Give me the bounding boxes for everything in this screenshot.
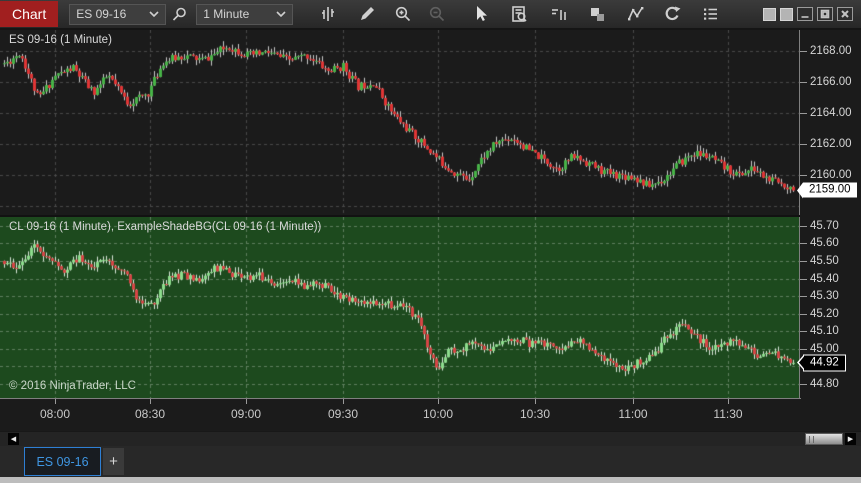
chart-window: Chart ES 09-16 1 Minute ES 09-16 (1 Minu… [0, 0, 861, 483]
interval-selector-value: 1 Minute [203, 7, 250, 21]
price-axis-tick [800, 51, 807, 52]
instrument-selector-value: ES 09-16 [76, 7, 127, 21]
interval-selector[interactable]: 1 Minute [196, 3, 294, 25]
time-axis-label: 10:30 [519, 407, 551, 421]
price-panel-es: ES 09-16 (1 Minute) 2159.00 2168.00 2166.… [0, 30, 861, 215]
price-axis-label: 45.60 [810, 237, 839, 250]
copyright-text: © 2016 NinjaTrader, LLC [9, 380, 136, 392]
price-axis-tick [800, 314, 807, 315]
price-axis-tick [800, 331, 807, 332]
close-button[interactable] [837, 7, 853, 21]
chart-style-icon[interactable] [315, 3, 341, 25]
cursor-icon[interactable] [468, 3, 494, 25]
price-axis-tick [800, 243, 807, 244]
price-axis-label: 2160.00 [810, 168, 852, 181]
minimize-button[interactable] [797, 7, 813, 21]
price-axis-label: 45.70 [810, 219, 839, 232]
window-bottom-edge [0, 477, 861, 483]
time-axis-label: 09:00 [230, 407, 262, 421]
horizontal-scrollbar[interactable]: ◀ ▶ [0, 431, 861, 446]
price-axis-label: 44.80 [810, 377, 839, 390]
maximize-icon [820, 9, 830, 19]
close-icon [841, 10, 849, 18]
time-axis-label: 08:30 [134, 407, 166, 421]
chevron-down-icon [276, 10, 286, 17]
instrument-selector[interactable]: ES 09-16 [69, 3, 167, 25]
price-axis-label: 2166.00 [810, 75, 852, 88]
time-axis-tick [246, 399, 247, 404]
chevron-down-icon [149, 10, 159, 17]
time-axis[interactable]: 08:00 08:30 09:00 09:30 10:00 10:30 11:00 11:30 [0, 398, 861, 431]
es-candlestick-canvas[interactable] [0, 30, 799, 215]
properties-list-icon[interactable] [697, 3, 723, 25]
es-plot-area[interactable]: ES 09-16 (1 Minute) [0, 30, 800, 215]
tab-es-09-16[interactable]: ES 09-16 [24, 447, 101, 476]
interval-link-button[interactable] [780, 7, 793, 21]
price-axis-tick [800, 113, 807, 114]
price-axis-tick [800, 279, 807, 280]
scroll-left-button[interactable]: ◀ [8, 433, 19, 445]
scroll-right-button[interactable]: ▶ [845, 433, 856, 445]
time-axis-tick [343, 399, 344, 404]
price-panel-cl: CL 09-16 (1 Minute), ExampleShadeBG(CL 0… [0, 217, 861, 398]
zoom-out-icon [424, 3, 450, 25]
draw-pencil-icon[interactable] [354, 3, 380, 25]
maximize-button[interactable] [817, 7, 833, 21]
reload-icon[interactable] [659, 3, 685, 25]
time-axis-tick [55, 399, 56, 404]
price-axis-tick [800, 82, 807, 83]
price-axis-label: 45.40 [810, 272, 839, 285]
chart-area: ES 09-16 (1 Minute) 2159.00 2168.00 2166.… [0, 30, 861, 431]
price-axis-tick [800, 384, 807, 385]
cl-panel-label: CL 09-16 (1 Minute), ExampleShadeBG(CL 0… [9, 221, 322, 233]
time-axis-tick [438, 399, 439, 404]
chart-trader-icon[interactable] [546, 3, 572, 25]
cl-candlestick-canvas[interactable] [0, 217, 799, 398]
price-axis-label: 2168.00 [810, 44, 852, 57]
instrument-search-icon[interactable] [166, 3, 192, 25]
price-axis-label: 2164.00 [810, 106, 852, 119]
es-price-axis[interactable]: 2159.00 2168.00 2166.00 2164.00 2162.00 2160… [800, 30, 861, 215]
minimize-icon [801, 16, 809, 18]
time-axis-tick [535, 399, 536, 404]
price-axis-tick [800, 175, 807, 176]
time-axis-label: 10:00 [422, 407, 454, 421]
price-axis-tick [800, 261, 807, 262]
es-panel-label: ES 09-16 (1 Minute) [9, 34, 112, 46]
time-axis-label: 09:30 [327, 407, 359, 421]
data-box-icon[interactable] [506, 3, 532, 25]
price-axis-tick [800, 349, 807, 350]
cl-price-axis[interactable]: 44.92 45.70 45.60 45.50 45.40 45.30 45.20 45.1… [800, 217, 861, 398]
polyline-draw-icon[interactable] [622, 3, 648, 25]
scrollbar-thumb[interactable] [805, 433, 843, 445]
price-axis-label: 45.50 [810, 254, 839, 267]
time-axis-tick [633, 399, 634, 404]
titlebar: Chart ES 09-16 1 Minute [0, 0, 861, 30]
price-axis-label: 2162.00 [810, 137, 852, 150]
price-axis-label: 45.20 [810, 307, 839, 320]
price-axis-label: 45.00 [810, 342, 839, 355]
time-axis-label: 11:00 [618, 407, 648, 421]
cl-plot-area[interactable]: CL 09-16 (1 Minute), ExampleShadeBG(CL 0… [0, 217, 800, 398]
price-axis-label: 45.30 [810, 290, 839, 303]
tab-bar: ES 09-16 + [0, 446, 861, 477]
time-axis-tick [150, 399, 151, 404]
price-axis-tick [800, 144, 807, 145]
price-axis-label: 45.10 [810, 325, 839, 338]
time-axis-label: 11:30 [713, 407, 743, 421]
es-last-price-badge: 2159.00 [803, 182, 857, 198]
price-axis-tick [800, 226, 807, 227]
time-axis-label: 08:00 [39, 407, 71, 421]
scrollbar-grip [809, 436, 814, 443]
instrument-link-button[interactable] [763, 7, 776, 21]
cl-last-price-badge: 44.92 [803, 354, 846, 372]
time-axis-tick [728, 399, 729, 404]
tile-windows-icon[interactable] [584, 3, 610, 25]
zoom-in-icon[interactable] [390, 3, 416, 25]
price-axis-tick [800, 296, 807, 297]
time-axis-border [0, 398, 801, 399]
window-title: Chart [0, 1, 59, 27]
add-tab-button[interactable]: + [103, 448, 124, 475]
